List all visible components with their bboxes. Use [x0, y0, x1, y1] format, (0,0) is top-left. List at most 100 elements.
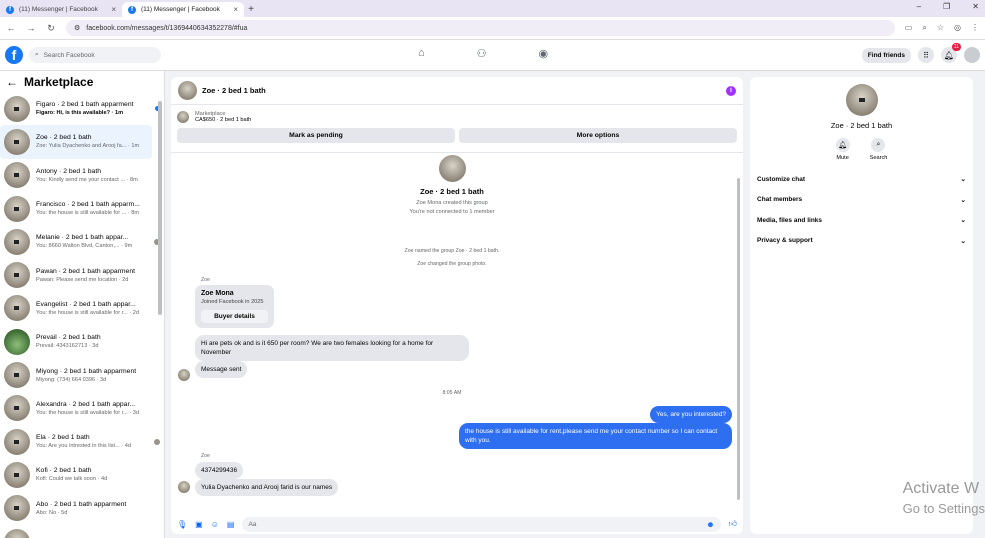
conversation-name: Pawan · 2 bed 1 bath apparment [36, 267, 135, 275]
conversation-item[interactable]: Figaro · 2 bed 1 bath apparment Figaro: H… [0, 92, 164, 125]
conversation-item[interactable]: Miyong · 2 bed 1 bath apparment Miyong: (… [0, 358, 164, 391]
mute-label: Mute [836, 155, 849, 161]
home-icon[interactable]: ⌂ [418, 47, 425, 60]
conversation-preview: Kofi: Could we talk soon · 4d [36, 476, 108, 483]
profile-icon[interactable]: ◎ [954, 23, 961, 33]
conversation-name: Prevail · 2 bed 1 bath [36, 334, 101, 342]
incoming-message[interactable]: Message sent [195, 361, 248, 378]
cast-icon[interactable]: ▭ [905, 23, 913, 33]
sidebar-header: ← Marketplace [0, 71, 164, 92]
reload-icon[interactable]: ↻ [46, 23, 56, 34]
conversation-preview: Zoe: Yulia Dyachenko and Arooj fa... · 1… [36, 143, 140, 150]
privacy-support-section[interactable]: Privacy & support ⌄ [750, 231, 973, 252]
conversation-item[interactable]: Prevail · 2 bed 1 bath Prevail: 434316271… [0, 325, 164, 358]
url-field[interactable]: ⚙ facebook.com/messages/t/13694406343522… [66, 20, 895, 36]
facebook-search-input[interactable]: ⌕ Search Facebook [29, 47, 161, 63]
main-area: ← Marketplace Figaro · 2 bed 1 bath appa… [0, 71, 985, 538]
browser-tab-2[interactable]: f (11) Messenger | Facebook × [122, 2, 244, 17]
outgoing-message[interactable]: Yes, are you interested? [650, 406, 732, 423]
incoming-message[interactable]: 4374299436 [195, 462, 244, 479]
account-avatar[interactable] [964, 47, 980, 63]
search-button[interactable]: ⌕ Search [869, 138, 888, 161]
message-input[interactable]: Aa ☻ [242, 516, 721, 532]
forward-icon[interactable]: → [26, 23, 36, 33]
conversation-item[interactable]: Melanie · 2 bed 1 bath appar... You: 8660… [0, 225, 164, 258]
conversation-item[interactable]: Abo · 2 bed 1 bath apparment Abo: No · 5d [0, 492, 164, 525]
groups-icon[interactable]: ◉ [539, 47, 549, 60]
mute-button[interactable]: 🔔︎ Mute [835, 138, 850, 161]
conversation-item[interactable]: Evangelist · 2 bed 1 bath appar... You: t… [0, 292, 164, 325]
close-tab-icon[interactable]: × [111, 5, 116, 14]
info-icon[interactable]: i [726, 85, 736, 96]
sticker-icon[interactable]: ☺ [211, 520, 219, 529]
bookmark-star-icon[interactable]: ☆ [937, 23, 944, 33]
conversation-item[interactable]: Kofi · 2 bed 1 bath Kofi: Could we talk s… [0, 458, 164, 491]
window-controls: – ❐ ✕ [917, 2, 979, 11]
chat-members-section[interactable]: Chat members ⌄ [750, 190, 973, 211]
maximize-icon[interactable]: ❐ [943, 2, 950, 11]
facebook-logo-icon[interactable]: f [5, 46, 23, 64]
incoming-message[interactable]: Hi are pets ok and is it 650 per room? W… [195, 335, 469, 361]
incoming-message[interactable]: Yulia Dyachenko and Arooj farid is our n… [195, 479, 339, 496]
new-tab-button[interactable]: + [244, 2, 258, 17]
section-label: Chat members [757, 196, 803, 204]
minimize-icon[interactable]: – [917, 2, 921, 11]
conversation-item[interactable]: Zoe · 2 bed 1 bath Zoe: Yulia Dyachenko a… [0, 125, 152, 159]
conversation-item[interactable]: Francisco · 2 bed 1 bath apparm... You: t… [0, 192, 164, 225]
friends-icon[interactable]: ⚇ [477, 47, 487, 60]
conversation-item[interactable]: Ela · 2 bed 1 bath You: Are you intrested… [0, 425, 164, 458]
menu-dots-icon[interactable]: ⋮ [971, 23, 979, 33]
emoji-icon[interactable]: ☻ [706, 520, 714, 529]
section-label: Privacy & support [757, 237, 813, 245]
conversation-preview: You: the house is still available for r.… [36, 309, 140, 316]
gif-icon[interactable]: ▤ [227, 520, 235, 529]
outgoing-message[interactable]: the house is still available for rent,pl… [459, 423, 732, 449]
conversation-avatar [4, 461, 30, 488]
search-label: Search [869, 155, 888, 161]
image-icon[interactable]: ▣ [195, 520, 203, 529]
conversation-item[interactable]: サマンサ · 2 bed 1 bath appar... [0, 525, 164, 538]
activate-windows-watermark: Activate W Go to Settings [903, 479, 985, 519]
like-thumb-icon[interactable]: 👍︎ [729, 519, 737, 529]
chevron-down-icon: ⌄ [960, 217, 966, 225]
conversation-item[interactable]: Pawan · 2 bed 1 bath apparment Pawan: Ple… [0, 258, 164, 291]
section-label: Media, files and links [757, 216, 823, 224]
conversation-name: Francisco · 2 bed 1 bath apparm... [36, 201, 140, 209]
chat-details-panel: Zoe · 2 bed 1 bath 🔔︎ Mute ⌕ Search Cust… [750, 77, 973, 534]
timestamp: 8:05 AM [442, 390, 462, 396]
back-arrow-icon[interactable]: ← [6, 75, 18, 89]
close-tab-icon[interactable]: × [233, 5, 238, 14]
listing-price: CA$650 · 2 bed 1 bath [195, 117, 252, 123]
chat-scrollbar[interactable] [737, 178, 740, 500]
customize-chat-section[interactable]: Customize chat ⌄ [750, 169, 973, 190]
conversation-item[interactable]: Alexandra · 2 bed 1 bath appar... You: th… [0, 392, 164, 425]
conversation-name: Abo · 2 bed 1 bath apparment [36, 500, 127, 508]
message-thread: Zoe · 2 bed 1 bath Zoe Mona created this… [171, 152, 743, 514]
zoom-icon[interactable]: ⌕ [922, 23, 926, 33]
mark-as-pending-button[interactable]: Mark as pending [177, 128, 455, 143]
microphone-icon[interactable]: 🎙︎ [177, 520, 187, 529]
buyer-details-button[interactable]: Buyer details [201, 310, 268, 323]
back-icon[interactable]: ← [6, 23, 16, 33]
more-options-button[interactable]: More options [459, 128, 737, 143]
marketplace-listing[interactable]: Marketplace CA$650 · 2 bed 1 bath [171, 105, 743, 125]
media-files-section[interactable]: Media, files and links ⌄ [750, 210, 973, 231]
menu-grid-icon[interactable]: ⠿ [918, 47, 934, 63]
chat-avatar[interactable] [178, 81, 197, 100]
sidebar-scrollbar[interactable] [158, 101, 162, 315]
conversation-preview: You: 8660 Walton Blvd, Canton,... · 9m [36, 243, 133, 250]
conversation-avatar [4, 95, 30, 122]
conversation-avatar [4, 395, 30, 422]
browser-tab-1[interactable]: f (11) Messenger | Facebook × [0, 2, 122, 17]
notifications-bell-icon[interactable]: 🔔︎ 11 [941, 43, 961, 63]
details-avatar [845, 84, 878, 116]
conversation-name: Zoe · 2 bed 1 bath [36, 134, 92, 142]
conversation-item[interactable]: Antony · 2 bed 1 bath You: Kindly send me… [0, 159, 164, 192]
find-friends-button[interactable]: Find friends [861, 47, 911, 63]
conversation-avatar [4, 328, 30, 355]
close-window-icon[interactable]: ✕ [972, 2, 979, 11]
chat-title[interactable]: Zoe · 2 bed 1 bath [202, 86, 266, 95]
conversation-preview: Miyong: (734) 664 0396 · 3d [36, 376, 107, 383]
site-info-icon[interactable]: ⚙ [74, 24, 80, 32]
search-placeholder: Search Facebook [43, 51, 95, 59]
